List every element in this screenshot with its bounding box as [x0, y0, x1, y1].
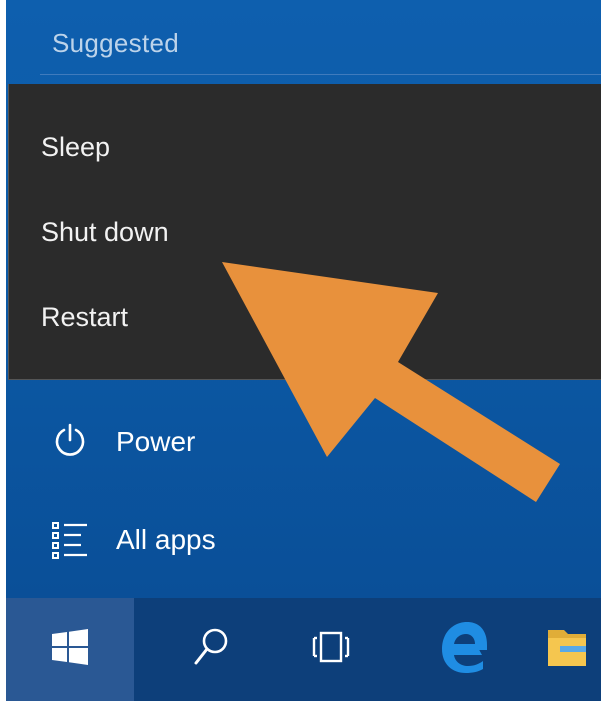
edge-browser-button[interactable]: [404, 598, 524, 701]
all-apps-list-icon: [50, 518, 90, 562]
start-button[interactable]: [6, 598, 134, 701]
power-options-flyout: Sleep Shut down Restart: [8, 84, 601, 380]
power-menu-item-restart[interactable]: Restart: [41, 302, 128, 333]
section-header-suggested: Suggested: [52, 28, 180, 58]
all-apps-button[interactable]: All apps: [50, 518, 216, 562]
power-button[interactable]: Power: [50, 420, 195, 464]
power-label: Power: [116, 426, 196, 457]
file-explorer-button[interactable]: [546, 598, 601, 701]
search-icon: [191, 625, 231, 674]
screenshot-root: Suggested Power All apps Sleep Shut down…: [0, 0, 601, 701]
task-view-button[interactable]: [276, 598, 386, 701]
power-menu-item-sleep[interactable]: Sleep: [41, 132, 110, 163]
edge-browser-icon: [436, 619, 492, 680]
power-icon: [50, 420, 90, 464]
task-view-icon: [311, 629, 351, 670]
section-divider: [40, 74, 601, 75]
power-menu-item-shut-down[interactable]: Shut down: [41, 217, 169, 248]
windows-logo-icon: [50, 627, 90, 672]
search-button[interactable]: [156, 598, 266, 701]
file-explorer-icon: [546, 622, 586, 677]
taskbar: [6, 598, 601, 701]
all-apps-label: All apps: [116, 524, 216, 555]
